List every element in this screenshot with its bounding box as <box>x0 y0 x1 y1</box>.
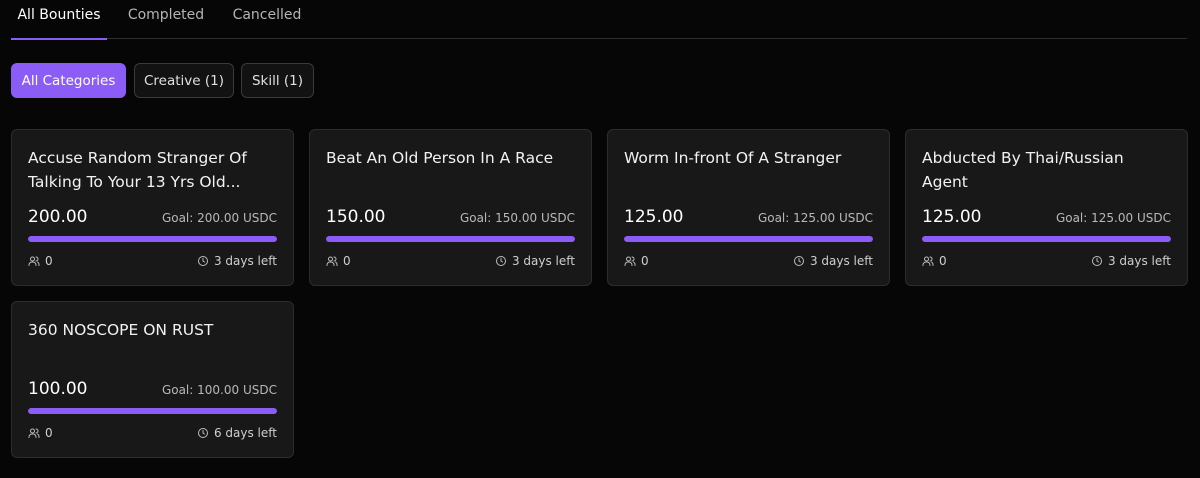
clock-icon <box>197 255 209 267</box>
goal-label: Goal: <box>459 211 492 225</box>
goal-label: Goal: <box>757 211 790 225</box>
users-icon <box>326 255 338 267</box>
bounty-title: Beat An Old Person In A Race <box>326 149 554 167</box>
time-left: 3 days left <box>197 254 277 268</box>
bounty-goal: Goal: 100.00 USDC <box>162 383 277 397</box>
goal-currency: USDC <box>540 211 575 225</box>
progress-bar <box>28 408 277 414</box>
clock-icon <box>495 255 507 267</box>
participants-value: 0 <box>45 426 53 440</box>
bounty-tabs: All Bounties Completed Cancelled <box>11 0 1187 40</box>
progress-bar <box>922 236 1171 242</box>
time-left: 6 days left <box>197 426 277 440</box>
progress-bar <box>624 236 873 242</box>
tab-completed[interactable]: Completed <box>121 0 211 39</box>
tab-cancelled[interactable]: Cancelled <box>225 0 309 39</box>
time-left: 3 days left <box>1091 254 1171 268</box>
progress-fill <box>28 408 277 414</box>
bounty-amount: 125.00 <box>922 207 982 227</box>
category-creative-button[interactable]: Creative (1) <box>134 63 234 98</box>
bounty-amount: 200.00 <box>28 207 88 227</box>
time-left-value: 3 days left <box>213 254 277 268</box>
users-icon <box>28 427 40 439</box>
bounty-amount: 100.00 <box>28 379 88 399</box>
bounty-goal: Goal: 125.00 USDC <box>1056 211 1171 225</box>
bounty-card[interactable]: Beat An Old Person In A Race 150.00 Goal… <box>309 129 592 286</box>
bounty-goal: Goal: 150.00 USDC <box>460 211 575 225</box>
progress-fill <box>326 236 575 242</box>
goal-label: Goal: <box>1055 211 1088 225</box>
bounty-title: Accuse Random Stranger Of Talking To You… <box>28 149 247 191</box>
time-left-value: 3 days left <box>809 254 873 268</box>
progress-fill <box>922 236 1171 242</box>
clock-icon <box>1091 255 1103 267</box>
participants-count: 0 <box>624 254 649 268</box>
goal-label: Goal: <box>161 211 194 225</box>
bounty-title: Abducted By Thai/Russian Agent <box>922 149 1124 191</box>
time-left: 3 days left <box>495 254 575 268</box>
goal-value: 125.00 <box>793 211 836 225</box>
bounty-card[interactable]: 360 NOSCOPE ON RUST 100.00 Goal: 100.00 … <box>11 301 294 458</box>
progress-fill <box>28 236 277 242</box>
participants-value: 0 <box>343 254 351 268</box>
goal-currency: USDC <box>1136 211 1171 225</box>
time-left-value: 6 days left <box>213 426 277 440</box>
time-left: 3 days left <box>793 254 873 268</box>
users-icon <box>624 255 636 267</box>
bounty-title: Worm In-front Of A Stranger <box>624 149 842 167</box>
goal-currency: USDC <box>838 211 873 225</box>
bounty-card[interactable]: Abducted By Thai/Russian Agent 125.00 Go… <box>905 129 1188 286</box>
participants-count: 0 <box>326 254 351 268</box>
users-icon <box>922 255 934 267</box>
time-left-value: 3 days left <box>1107 254 1171 268</box>
bounty-goal: Goal: 200.00 USDC <box>162 211 277 225</box>
progress-fill <box>624 236 873 242</box>
goal-currency: USDC <box>242 383 277 397</box>
progress-bar <box>326 236 575 242</box>
time-left-value: 3 days left <box>511 254 575 268</box>
bounty-card[interactable]: Accuse Random Stranger Of Talking To You… <box>11 129 294 286</box>
participants-value: 0 <box>939 254 947 268</box>
bounty-amount: 150.00 <box>326 207 386 227</box>
users-icon <box>28 255 40 267</box>
goal-label: Goal: <box>161 383 194 397</box>
goal-value: 200.00 <box>197 211 240 225</box>
participants-value: 0 <box>45 254 53 268</box>
goal-value: 100.00 <box>197 383 240 397</box>
participants-count: 0 <box>28 254 53 268</box>
category-all-button[interactable]: All Categories <box>11 63 126 98</box>
goal-value: 125.00 <box>1091 211 1134 225</box>
bounty-card[interactable]: Worm In-front Of A Stranger 125.00 Goal:… <box>607 129 890 286</box>
bounty-goal: Goal: 125.00 USDC <box>758 211 873 225</box>
goal-currency: USDC <box>242 211 277 225</box>
tab-all-bounties[interactable]: All Bounties <box>11 0 107 40</box>
category-skill-button[interactable]: Skill (1) <box>241 63 314 98</box>
goal-value: 150.00 <box>495 211 538 225</box>
progress-bar <box>28 236 277 242</box>
bounties-page: All Bounties Completed Cancelled All Cat… <box>0 0 1200 478</box>
bounty-title: 360 NOSCOPE ON RUST <box>28 321 214 339</box>
participants-count: 0 <box>922 254 947 268</box>
clock-icon <box>197 427 209 439</box>
participants-value: 0 <box>641 254 649 268</box>
participants-count: 0 <box>28 426 53 440</box>
bounty-amount: 125.00 <box>624 207 684 227</box>
clock-icon <box>793 255 805 267</box>
